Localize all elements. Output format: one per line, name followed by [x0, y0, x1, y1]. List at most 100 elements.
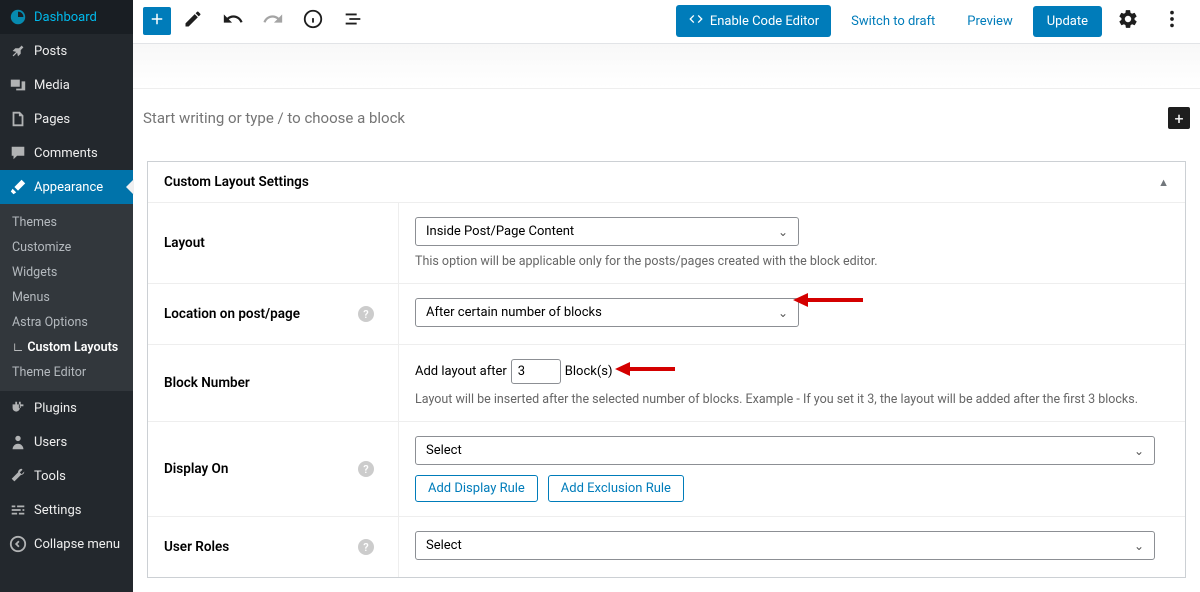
editor-body[interactable]: Start writing or type / to choose a bloc… — [133, 89, 1200, 147]
undo-button[interactable] — [215, 3, 251, 39]
brush-icon — [8, 177, 28, 197]
more-menu-button[interactable] — [1154, 3, 1190, 39]
sidebar-item-media[interactable]: Media — [0, 68, 133, 102]
block-number-input[interactable] — [511, 359, 561, 384]
gauge-icon — [8, 7, 28, 27]
sidebar-label: Dashboard — [34, 10, 97, 25]
user-icon — [8, 432, 28, 452]
location-select[interactable]: After certain number of blocks ⌄ — [415, 298, 799, 327]
outline-button[interactable] — [335, 3, 371, 39]
plus-icon: + — [1174, 109, 1183, 128]
sidebar-submenu: Themes Customize Widgets Menus Astra Opt… — [0, 204, 133, 391]
sidebar-item-appearance[interactable]: Appearance — [0, 170, 133, 204]
chevron-down-icon: ⌄ — [1134, 444, 1144, 458]
settings-gear-button[interactable] — [1110, 3, 1146, 39]
edit-mode-button[interactable] — [175, 3, 211, 39]
main-content: Enable Code Editor Switch to draft Previ… — [133, 0, 1200, 592]
info-button[interactable] — [295, 3, 331, 39]
editor-placeholder-text: Start writing or type / to choose a bloc… — [143, 109, 1168, 127]
setting-row-location: Location on post/page ? After certain nu… — [148, 284, 1185, 345]
layout-help-text: This option will be applicable only for … — [415, 254, 1169, 269]
sidebar-label: Appearance — [34, 180, 103, 195]
setting-label-user-roles: User Roles ? — [148, 517, 398, 577]
panel-title: Custom Layout Settings — [164, 174, 309, 190]
inline-add-block-button[interactable]: + — [1168, 107, 1190, 129]
setting-label-layout: Layout — [148, 203, 398, 283]
help-icon[interactable]: ? — [358, 461, 374, 477]
plus-icon — [148, 10, 166, 32]
plugin-icon — [8, 398, 28, 418]
setting-label-block-number: Block Number — [148, 345, 398, 421]
setting-label-location: Location on post/page ? — [148, 284, 398, 344]
sidebar-item-dashboard[interactable]: Dashboard — [0, 0, 133, 34]
comment-icon — [8, 143, 28, 163]
sidebar-item-plugins[interactable]: Plugins — [0, 391, 133, 425]
sliders-icon — [8, 500, 28, 520]
add-display-rule-button[interactable]: Add Display Rule — [415, 475, 538, 502]
preview-button[interactable]: Preview — [955, 8, 1024, 35]
annotation-arrow — [793, 290, 863, 310]
layout-select[interactable]: Inside Post/Page Content ⌄ — [415, 217, 799, 246]
chevron-down-icon: ⌄ — [1134, 539, 1144, 553]
sub-item-menus[interactable]: Menus — [0, 285, 133, 310]
setting-row-user-roles: User Roles ? Select ⌄ — [148, 517, 1185, 577]
sub-item-custom-layouts[interactable]: Custom Layouts — [0, 335, 133, 360]
admin-sidebar: Dashboard Posts Media Pages Comments App… — [0, 0, 133, 592]
redo-icon — [262, 8, 284, 34]
sidebar-item-collapse[interactable]: Collapse menu — [0, 527, 133, 561]
add-exclusion-rule-button[interactable]: Add Exclusion Rule — [548, 475, 684, 502]
annotation-arrow — [615, 359, 675, 379]
sidebar-item-comments[interactable]: Comments — [0, 136, 133, 170]
custom-layout-settings-panel: Custom Layout Settings ▲ Layout Inside P… — [147, 161, 1186, 578]
sub-item-astra[interactable]: Astra Options — [0, 310, 133, 335]
setting-label-display-on: Display On ? — [148, 422, 398, 516]
pencil-icon — [183, 9, 203, 33]
help-icon[interactable]: ? — [358, 306, 374, 322]
block-suffix: Block(s) — [565, 364, 613, 379]
sidebar-label: Pages — [34, 112, 70, 127]
collapse-icon — [8, 534, 28, 554]
pin-icon — [8, 41, 28, 61]
setting-row-display-on: Display On ? Select ⌄ Add Display Rule A… — [148, 422, 1185, 517]
user-roles-select[interactable]: Select ⌄ — [415, 531, 1155, 560]
sidebar-item-posts[interactable]: Posts — [0, 34, 133, 68]
sub-item-theme-editor[interactable]: Theme Editor — [0, 360, 133, 385]
help-icon[interactable]: ? — [358, 539, 374, 555]
switch-to-draft-button[interactable]: Switch to draft — [839, 8, 947, 35]
update-button[interactable]: Update — [1033, 6, 1102, 37]
setting-row-layout: Layout Inside Post/Page Content ⌄ This o… — [148, 203, 1185, 284]
panel-header[interactable]: Custom Layout Settings ▲ — [148, 162, 1185, 203]
sidebar-item-users[interactable]: Users — [0, 425, 133, 459]
pages-icon — [8, 109, 28, 129]
setting-row-block-number: Block Number Add layout after Block(s) L… — [148, 345, 1185, 422]
sub-item-themes[interactable]: Themes — [0, 210, 133, 235]
sidebar-label: Settings — [34, 503, 81, 518]
sub-item-widgets[interactable]: Widgets — [0, 260, 133, 285]
chevron-down-icon: ⌄ — [778, 306, 788, 320]
sidebar-label: Comments — [34, 146, 98, 161]
sidebar-label: Users — [34, 435, 67, 450]
wrench-icon — [8, 466, 28, 486]
sidebar-label: Posts — [34, 44, 67, 59]
add-block-toolbar-button[interactable] — [143, 7, 171, 35]
display-on-select[interactable]: Select ⌄ — [415, 436, 1155, 465]
kebab-icon — [1161, 8, 1183, 34]
sidebar-label: Collapse menu — [34, 537, 120, 552]
block-prefix: Add layout after — [415, 364, 507, 379]
block-help-text: Layout will be inserted after the select… — [415, 392, 1169, 407]
collapse-icon: ▲ — [1158, 176, 1169, 189]
info-icon — [302, 8, 324, 34]
undo-icon — [222, 8, 244, 34]
sidebar-item-tools[interactable]: Tools — [0, 459, 133, 493]
gear-icon — [1117, 8, 1139, 34]
sidebar-item-pages[interactable]: Pages — [0, 102, 133, 136]
sub-item-customize[interactable]: Customize — [0, 235, 133, 260]
sidebar-label: Media — [34, 78, 70, 93]
editor-toolbar: Enable Code Editor Switch to draft Previ… — [133, 0, 1200, 44]
sidebar-label: Plugins — [34, 401, 77, 416]
code-icon — [688, 11, 704, 31]
enable-code-editor-button[interactable]: Enable Code Editor — [676, 5, 831, 37]
editor-title-area — [133, 44, 1200, 89]
sidebar-item-settings[interactable]: Settings — [0, 493, 133, 527]
redo-button[interactable] — [255, 3, 291, 39]
